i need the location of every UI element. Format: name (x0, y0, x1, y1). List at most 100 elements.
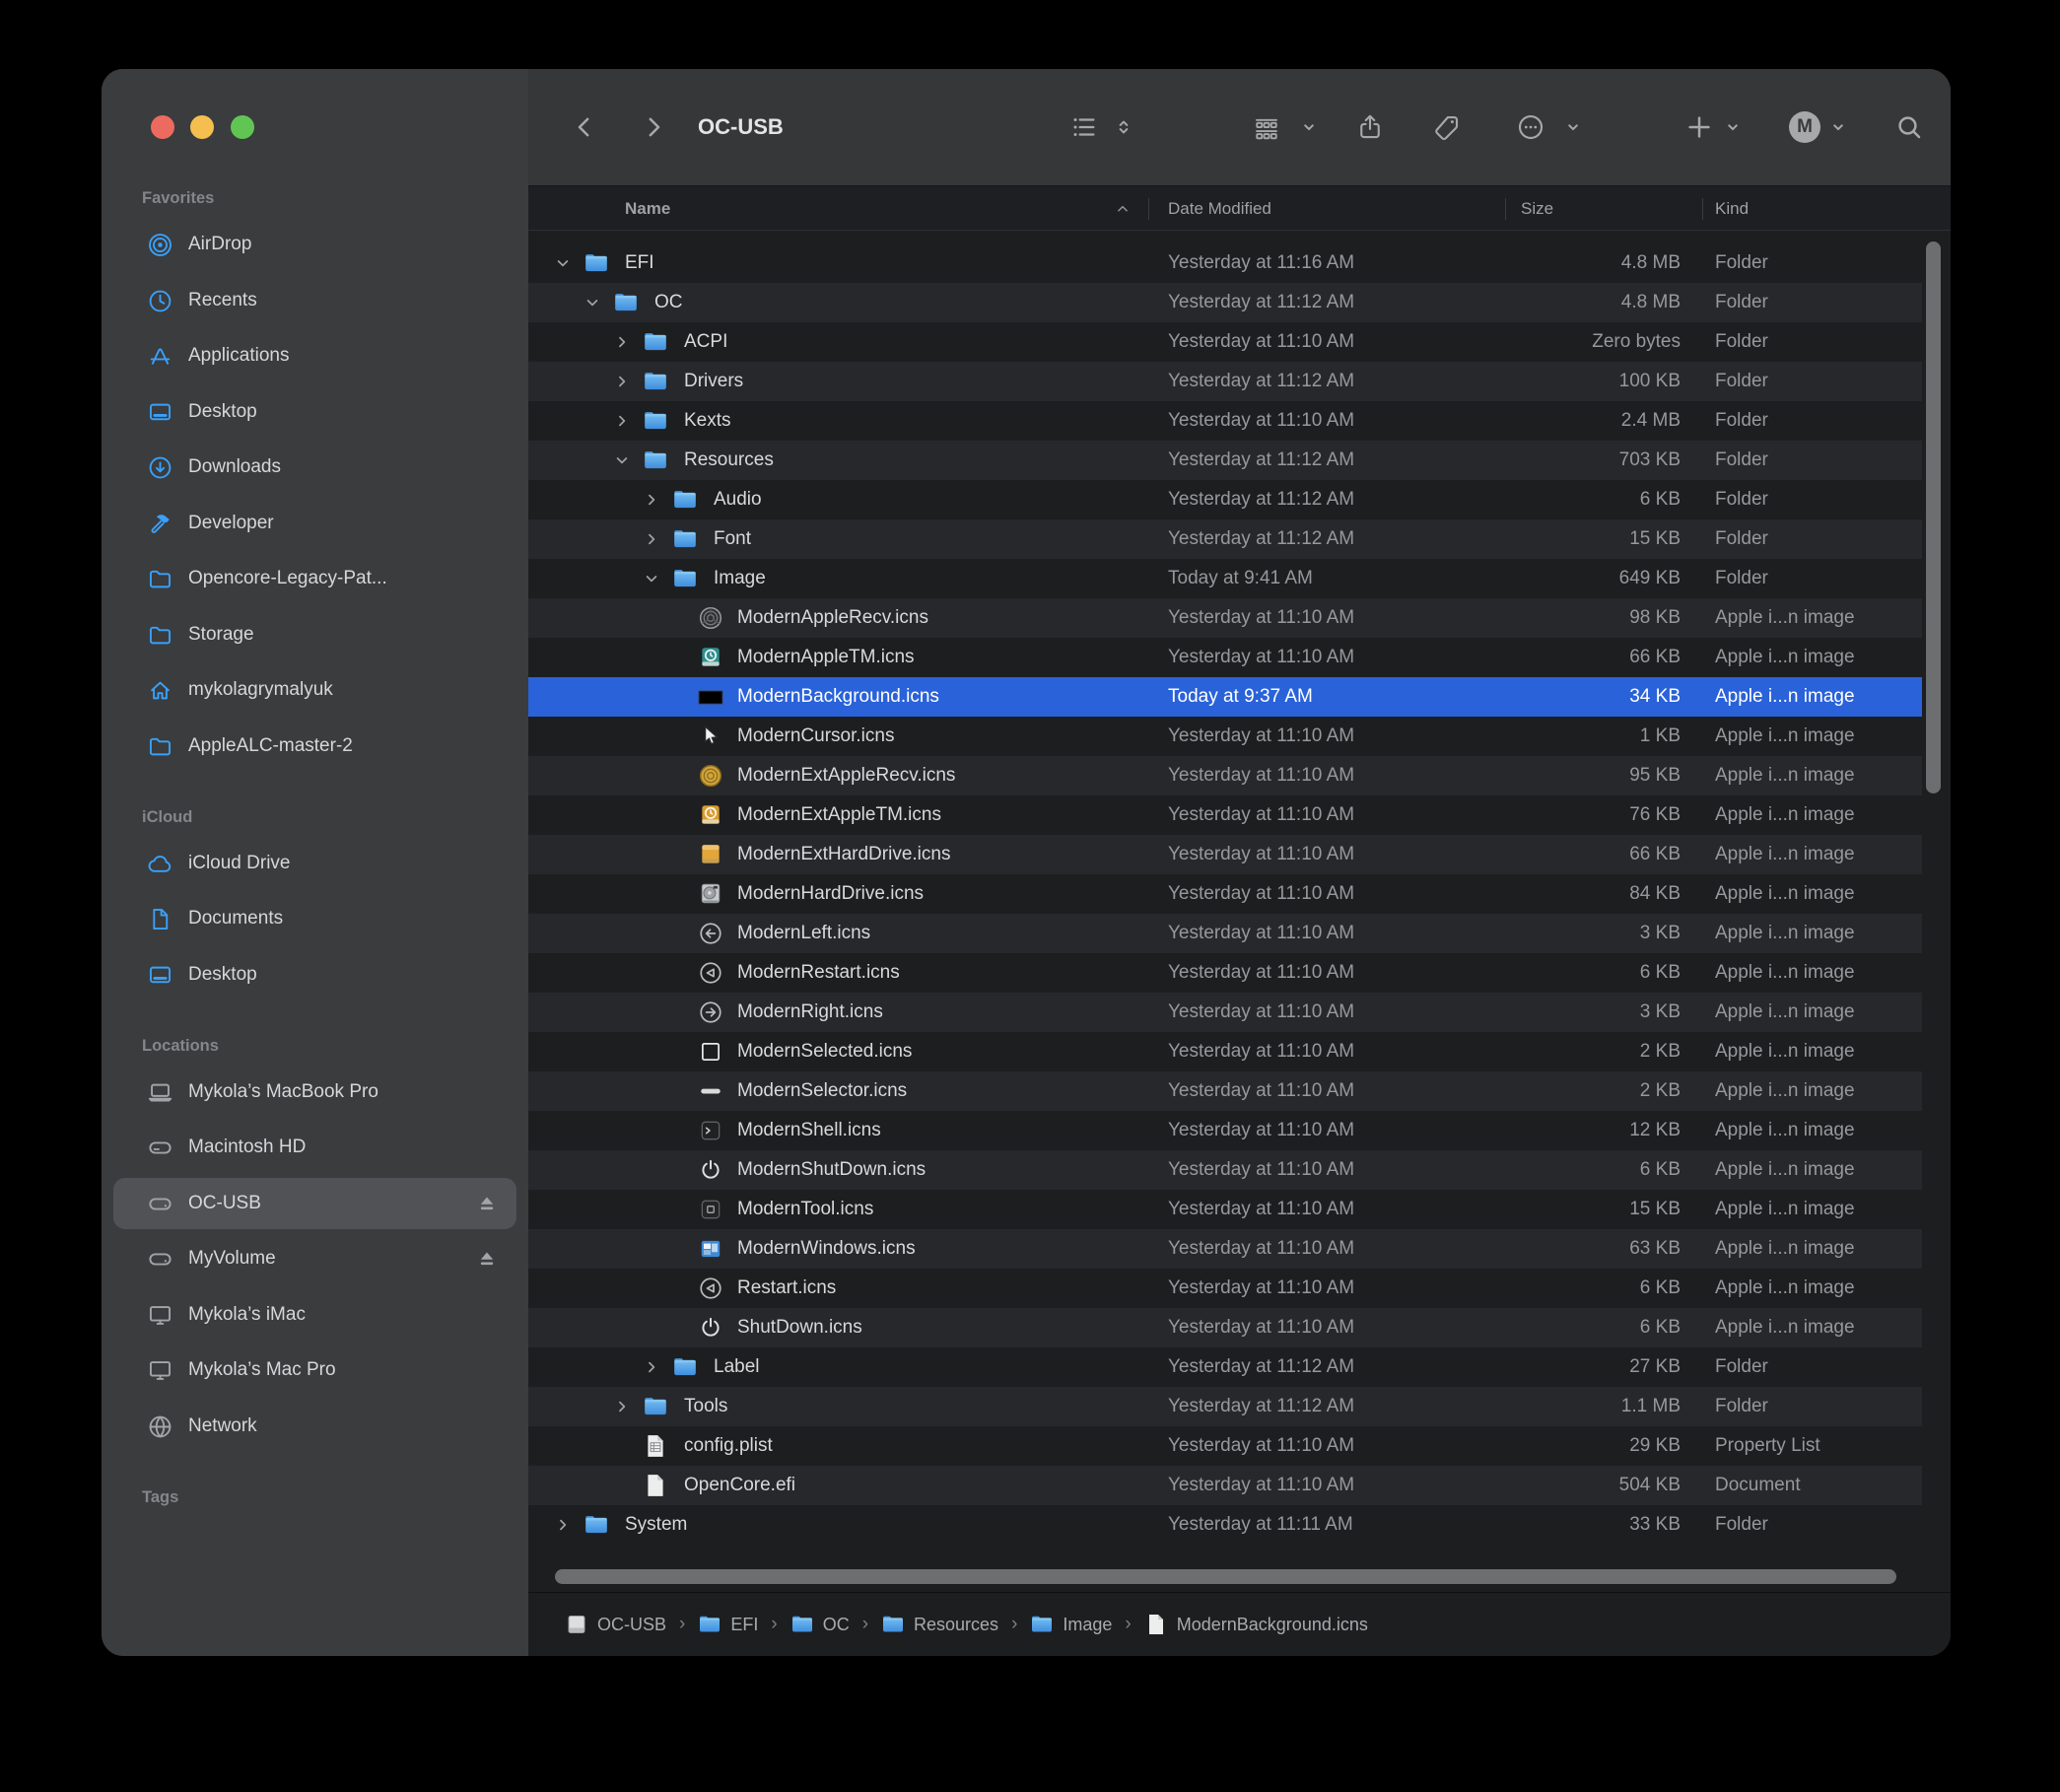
column-divider[interactable] (1148, 198, 1149, 220)
disclosure-triangle-icon[interactable] (615, 375, 629, 388)
file-row-opencore-efi[interactable]: OpenCore.efiYesterday at 11:10 AM504 KBD… (528, 1466, 1922, 1505)
file-row-oc[interactable]: OCYesterday at 11:12 AM4.8 MBFolder (528, 283, 1922, 322)
user-avatar[interactable]: M (1789, 111, 1820, 143)
sidebar-item-mykola-s-imac[interactable]: Mykola’s iMac (113, 1289, 516, 1341)
path-item-efi[interactable]: EFI (698, 1613, 758, 1636)
close-window-button[interactable] (151, 115, 174, 139)
disclosure-triangle-icon[interactable] (556, 1518, 570, 1532)
sidebar-item-applealc-master-2[interactable]: AppleALC-master-2 (113, 721, 516, 772)
file-row-drivers[interactable]: DriversYesterday at 11:12 AM100 KBFolder (528, 362, 1922, 401)
file-row-modernrestart-icns[interactable]: ModernRestart.icnsYesterday at 11:10 AM6… (528, 953, 1922, 993)
file-row-config-plist[interactable]: config.plistYesterday at 11:10 AM29 KBPr… (528, 1426, 1922, 1466)
file-row-kexts[interactable]: KextsYesterday at 11:10 AM2.4 MBFolder (528, 401, 1922, 441)
minimize-window-button[interactable] (190, 115, 214, 139)
disclosure-triangle-icon[interactable] (645, 493, 658, 507)
path-item-oc-usb[interactable]: OC-USB (565, 1613, 666, 1636)
column-divider[interactable] (1505, 198, 1506, 220)
group-by-icon[interactable] (1250, 112, 1283, 142)
sidebar-item-airdrop[interactable]: AirDrop (113, 219, 516, 270)
file-row-audio[interactable]: AudioYesterday at 11:12 AM6 KBFolder (528, 480, 1922, 519)
file-row-modernselected-icns[interactable]: ModernSelected.icnsYesterday at 11:10 AM… (528, 1032, 1922, 1071)
forward-button[interactable] (639, 112, 668, 142)
tag-icon[interactable] (1432, 112, 1462, 142)
group-by-chevron-icon[interactable] (1299, 117, 1319, 137)
disclosure-triangle-icon[interactable] (615, 1400, 629, 1413)
disclosure-triangle-icon[interactable] (645, 532, 658, 546)
sidebar-item-opencore-legacy-pat[interactable]: Opencore-Legacy-Pat... (113, 553, 516, 604)
sidebar-item-mykola-s-mac-pro[interactable]: Mykola’s Mac Pro (113, 1344, 516, 1396)
sidebar-item-macintosh-hd[interactable]: Macintosh HD (113, 1122, 516, 1173)
file-row-tools[interactable]: ToolsYesterday at 11:12 AM1.1 MBFolder (528, 1387, 1922, 1426)
file-row-acpi[interactable]: ACPIYesterday at 11:10 AMZero bytesFolde… (528, 322, 1922, 362)
file-row-modernshell-icns[interactable]: ModernShell.icnsYesterday at 11:10 AM12 … (528, 1111, 1922, 1150)
file-row-modernright-icns[interactable]: ModernRight.icnsYesterday at 11:10 AM3 K… (528, 993, 1922, 1032)
path-item-image[interactable]: Image (1030, 1613, 1112, 1636)
zoom-window-button[interactable] (231, 115, 254, 139)
sidebar-item-desktop[interactable]: Desktop (113, 386, 516, 438)
file-row-modernextappletm-icns[interactable]: ModernExtAppleTM.icnsYesterday at 11:10 … (528, 795, 1922, 835)
sidebar-item-mykolagrymalyuk[interactable]: mykolagrymalyuk (113, 664, 516, 716)
disclosure-triangle-icon[interactable] (585, 296, 599, 310)
avatar-chevron-icon[interactable] (1828, 117, 1848, 137)
file-row-modernwindows-icns[interactable]: ModernWindows.icnsYesterday at 11:10 AM6… (528, 1229, 1922, 1269)
path-item-modernbackground-icns[interactable]: ModernBackground.icns (1144, 1613, 1368, 1636)
vertical-scrollbar[interactable] (1926, 241, 1941, 793)
file-row-font[interactable]: FontYesterday at 11:12 AM15 KBFolder (528, 519, 1922, 559)
eject-icon[interactable] (475, 1247, 499, 1271)
sidebar-item-desktop[interactable]: Desktop (113, 949, 516, 1000)
disclosure-triangle-icon[interactable] (556, 256, 570, 270)
disclosure-triangle-icon[interactable] (615, 414, 629, 428)
sidebar-item-oc-usb[interactable]: OC-USB (113, 1178, 516, 1229)
column-header-size[interactable]: Size (1521, 186, 1553, 232)
new-item-plus-icon[interactable] (1684, 112, 1714, 142)
file-row-modernshutdown-icns[interactable]: ModernShutDown.icnsYesterday at 11:10 AM… (528, 1150, 1922, 1190)
file-row-moderncursor-icns[interactable]: ModernCursor.icnsYesterday at 11:10 AM1 … (528, 717, 1922, 756)
column-header-kind[interactable]: Kind (1715, 186, 1749, 232)
back-button[interactable] (570, 112, 599, 142)
sidebar-item-mykola-s-macbook-pro[interactable]: Mykola’s MacBook Pro (113, 1067, 516, 1118)
sidebar-item-storage[interactable]: Storage (113, 609, 516, 660)
eject-icon[interactable] (475, 1192, 499, 1215)
disclosure-triangle-icon[interactable] (645, 1360, 658, 1374)
more-actions-chevron-icon[interactable] (1563, 117, 1583, 137)
share-icon[interactable] (1355, 112, 1385, 142)
new-item-chevron-icon[interactable] (1723, 117, 1743, 137)
file-row-restart-icns[interactable]: Restart.icnsYesterday at 11:10 AM6 KBApp… (528, 1269, 1922, 1308)
file-row-modernselector-icns[interactable]: ModernSelector.icnsYesterday at 11:10 AM… (528, 1071, 1922, 1111)
file-row-modernextharddrive-icns[interactable]: ModernExtHardDrive.icnsYesterday at 11:1… (528, 835, 1922, 874)
file-row-moderntool-icns[interactable]: ModernTool.icnsYesterday at 11:10 AM15 K… (528, 1190, 1922, 1229)
path-item-resources[interactable]: Resources (881, 1613, 998, 1636)
file-row-modernleft-icns[interactable]: ModernLeft.icnsYesterday at 11:10 AM3 KB… (528, 914, 1922, 953)
file-row-modernextapplerecv-icns[interactable]: ModernExtAppleRecv.icnsYesterday at 11:1… (528, 756, 1922, 795)
search-icon[interactable] (1894, 112, 1924, 142)
sidebar-item-myvolume[interactable]: MyVolume (113, 1233, 516, 1284)
sidebar-item-recents[interactable]: Recents (113, 275, 516, 326)
file-row-label[interactable]: LabelYesterday at 11:12 AM27 KBFolder (528, 1347, 1922, 1387)
file-row-modernharddrive-icns[interactable]: ModernHardDrive.icnsYesterday at 11:10 A… (528, 874, 1922, 914)
disclosure-triangle-icon[interactable] (615, 453, 629, 467)
sidebar-item-downloads[interactable]: Downloads (113, 442, 516, 493)
file-row-resources[interactable]: ResourcesYesterday at 11:12 AM703 KBFold… (528, 441, 1922, 480)
file-row-shutdown-icns[interactable]: ShutDown.icnsYesterday at 11:10 AM6 KBAp… (528, 1308, 1922, 1347)
file-row-modernbackground-icns[interactable]: ModernBackground.icnsToday at 9:37 AM34 … (528, 677, 1922, 717)
file-row-modernapplerecv-icns[interactable]: ModernAppleRecv.icnsYesterday at 11:10 A… (528, 598, 1922, 638)
sidebar-item-developer[interactable]: Developer (113, 498, 516, 549)
more-actions-icon[interactable] (1516, 112, 1545, 142)
column-header-date-modified[interactable]: Date Modified (1168, 186, 1271, 232)
sidebar-item-applications[interactable]: Applications (113, 330, 516, 381)
file-row-efi[interactable]: EFIYesterday at 11:16 AM4.8 MBFolder (528, 243, 1922, 283)
file-row-modernappletm-icns[interactable]: ModernAppleTM.icnsYesterday at 11:10 AM6… (528, 638, 1922, 677)
sidebar-item-icloud-drive[interactable]: iCloud Drive (113, 838, 516, 889)
column-header-name[interactable]: Name (625, 186, 670, 232)
list-view-icon[interactable] (1069, 112, 1099, 142)
view-sort-chevrons-icon[interactable] (1114, 117, 1133, 137)
file-row-image[interactable]: ImageToday at 9:41 AM649 KBFolder (528, 559, 1922, 598)
file-row-system[interactable]: SystemYesterday at 11:11 AM33 KBFolder (528, 1505, 1922, 1545)
sidebar-item-network[interactable]: Network (113, 1401, 516, 1452)
path-item-oc[interactable]: OC (790, 1613, 850, 1636)
column-divider[interactable] (1702, 198, 1703, 220)
sidebar-item-documents[interactable]: Documents (113, 893, 516, 944)
horizontal-scrollbar[interactable] (555, 1569, 1896, 1584)
disclosure-triangle-icon[interactable] (645, 572, 658, 586)
disclosure-triangle-icon[interactable] (615, 335, 629, 349)
